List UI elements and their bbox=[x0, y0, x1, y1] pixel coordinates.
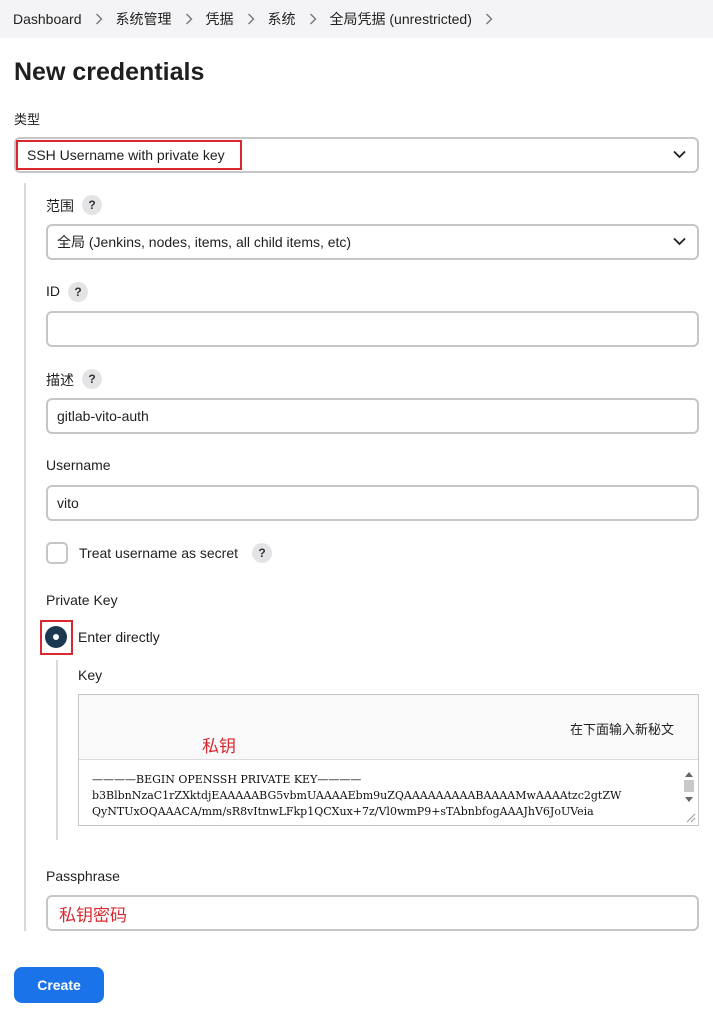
chevron-down-icon bbox=[673, 150, 686, 159]
chevron-down-icon bbox=[673, 237, 686, 246]
key-container: 在下面输入新秘文 ————BEGIN OPENSSH PRIVATE KEY——… bbox=[78, 694, 699, 826]
enter-directly-label[interactable]: Enter directly bbox=[78, 629, 160, 645]
key-guide-line bbox=[56, 660, 58, 840]
treat-username-secret-label[interactable]: Treat username as secret bbox=[79, 545, 238, 561]
breadcrumb-system-manage[interactable]: 系统管理 bbox=[116, 9, 172, 29]
private-key-label: Private Key bbox=[46, 592, 118, 608]
id-label: ID bbox=[46, 283, 60, 299]
kind-select-value: SSH Username with private key bbox=[27, 147, 225, 163]
scope-help-icon[interactable]: ? bbox=[82, 195, 102, 215]
scope-select[interactable]: 全局 (Jenkins, nodes, items, all child ite… bbox=[46, 224, 699, 260]
radio-selected-dot bbox=[53, 634, 59, 640]
passphrase-input[interactable]: 私钥密码 bbox=[46, 895, 699, 931]
enter-directly-radio[interactable] bbox=[45, 626, 67, 648]
description-help-icon[interactable]: ? bbox=[82, 369, 102, 389]
chevron-right-icon[interactable] bbox=[472, 0, 506, 38]
treat-username-secret-checkbox[interactable] bbox=[46, 542, 68, 564]
chevron-right-icon bbox=[82, 0, 116, 38]
kind-label: 类型 bbox=[14, 112, 41, 127]
create-button[interactable]: Create bbox=[14, 967, 104, 1003]
chevron-right-icon bbox=[296, 0, 330, 38]
id-input[interactable] bbox=[46, 311, 699, 347]
key-line: ————BEGIN OPENSSH PRIVATE KEY———— bbox=[92, 773, 362, 786]
breadcrumb-system[interactable]: 系统 bbox=[268, 9, 296, 29]
username-label: Username bbox=[46, 457, 111, 473]
description-input[interactable]: gitlab-vito-auth bbox=[46, 398, 699, 434]
scope-label: 范围 bbox=[46, 198, 74, 214]
chevron-right-icon bbox=[172, 0, 206, 38]
username-value: vito bbox=[57, 495, 79, 511]
private-key-annotation: 私钥 bbox=[202, 737, 236, 757]
breadcrumb: Dashboard 系统管理 凭据 系统 全局凭据 (unrestricted) bbox=[0, 0, 713, 38]
key-textarea[interactable]: ————BEGIN OPENSSH PRIVATE KEY———— b3BlbnN… bbox=[79, 759, 698, 825]
username-input[interactable]: vito bbox=[46, 485, 699, 521]
passphrase-label: Passphrase bbox=[46, 868, 120, 884]
chevron-right-icon bbox=[234, 0, 268, 38]
passphrase-annotation: 私钥密码 bbox=[59, 905, 127, 926]
breadcrumb-global-credentials[interactable]: 全局凭据 (unrestricted) bbox=[330, 9, 472, 29]
id-help-icon[interactable]: ? bbox=[68, 282, 88, 302]
section-guide-line bbox=[24, 183, 26, 931]
key-line: QyNTUxOQAAACA/mm/sR8vItnwLFkp1QCXux+7z/V… bbox=[92, 805, 594, 818]
description-value: gitlab-vito-auth bbox=[57, 408, 149, 424]
resize-grip-icon[interactable] bbox=[686, 813, 696, 823]
scope-select-value: 全局 (Jenkins, nodes, items, all child ite… bbox=[57, 234, 352, 250]
page-title: New credentials bbox=[14, 58, 205, 86]
key-hint: 在下面输入新秘文 bbox=[569, 722, 674, 737]
key-label: Key bbox=[78, 667, 103, 683]
key-line: b3BlbnNzaC1rZXktdjEAAAAABG5vbmUAAAAEbm9u… bbox=[92, 789, 622, 802]
kind-select[interactable]: SSH Username with private key bbox=[14, 137, 699, 173]
key-scrollbar[interactable] bbox=[682, 770, 696, 804]
key-text: ————BEGIN OPENSSH PRIVATE KEY———— b3BlbnN… bbox=[92, 772, 621, 820]
breadcrumb-dashboard[interactable]: Dashboard bbox=[13, 11, 82, 27]
description-label: 描述 bbox=[46, 372, 74, 388]
treat-secret-help-icon[interactable]: ? bbox=[252, 543, 272, 563]
breadcrumb-credentials[interactable]: 凭据 bbox=[206, 9, 234, 29]
